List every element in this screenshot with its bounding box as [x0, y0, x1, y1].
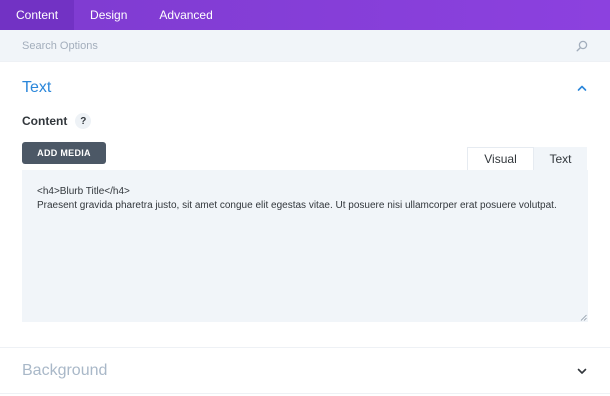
divider [0, 61, 610, 62]
divider [0, 393, 610, 394]
content-editor-textarea[interactable] [22, 170, 588, 322]
settings-tab-bar: Content Design Advanced [0, 0, 610, 30]
background-section-header[interactable]: Background [22, 359, 588, 383]
resize-handle-icon[interactable] [580, 314, 587, 321]
help-icon[interactable]: ? [75, 113, 92, 129]
tab-design[interactable]: Design [74, 0, 143, 30]
chevron-up-icon[interactable] [576, 82, 588, 94]
section-title-background: Background [22, 362, 108, 379]
text-section-header[interactable]: Text [22, 76, 588, 100]
tab-visual[interactable]: Visual [467, 147, 534, 170]
tab-advanced[interactable]: Advanced [143, 0, 228, 30]
content-field-label: Content ? [22, 113, 92, 129]
search-icon[interactable] [576, 40, 588, 52]
section-title-text: Text [22, 79, 52, 96]
add-media-button[interactable]: ADD MEDIA [22, 142, 106, 164]
tab-text[interactable]: Text [534, 147, 587, 170]
field-label-content: Content [22, 114, 68, 128]
search-input[interactable] [22, 39, 570, 52]
editor-mode-tabs: Visual Text [467, 147, 587, 170]
tab-content[interactable]: Content [0, 0, 75, 30]
divider [0, 347, 610, 348]
chevron-down-icon[interactable] [576, 365, 588, 377]
search-bar [0, 30, 610, 61]
